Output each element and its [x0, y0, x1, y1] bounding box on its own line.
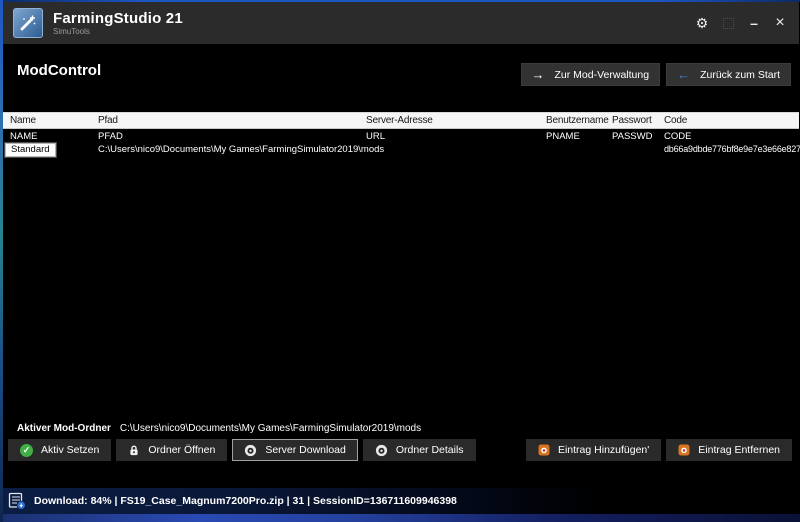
orange-badge-icon: [538, 444, 550, 456]
placeholder-cell-pfad: PFAD: [98, 130, 366, 143]
header-buttons: → Zur Mod-Verwaltung ← Zurück zum Start: [521, 63, 791, 86]
column-header-pfad[interactable]: Pfad: [98, 113, 366, 128]
app-logo-wand-icon: [13, 8, 43, 38]
column-header-code[interactable]: Code: [664, 113, 799, 128]
column-header-server-adresse[interactable]: Server-Adresse: [366, 113, 546, 128]
window-accent-border-left: [0, 0, 3, 522]
folder-details-button-label: Ordner Details: [396, 444, 464, 456]
column-header-passwort[interactable]: Passwort: [612, 113, 664, 128]
statusbar-progress-line: [0, 514, 800, 522]
footer-buttons-right: Eintrag Hinzufügen' Eintrag Entfernen: [526, 439, 792, 461]
app-window: FarmingStudio 21 SimuTools ⚙ – × ModCont…: [0, 0, 800, 522]
download-list-icon: [8, 492, 26, 510]
active-mod-folder: Aktiver Mod-Ordner C:\Users\nico9\Documen…: [17, 423, 421, 434]
maximize-button-disabled: [715, 8, 741, 38]
maximize-icon: [723, 18, 734, 29]
arrow-right-icon: →: [532, 68, 545, 81]
orange-badge-icon: [678, 444, 690, 456]
server-ring-icon: [244, 444, 257, 457]
open-folder-button[interactable]: Ordner Öffnen: [116, 439, 227, 461]
minimize-button[interactable]: –: [741, 8, 767, 38]
placeholder-cell-passwd: PASSWD: [612, 130, 664, 143]
lock-icon: [128, 444, 140, 457]
close-button[interactable]: ×: [767, 8, 793, 38]
placeholder-cell-url: URL: [366, 130, 546, 143]
title-block: FarmingStudio 21 SimuTools: [53, 10, 183, 36]
row-benutzername-cell: [546, 143, 612, 157]
server-download-button[interactable]: Server Download: [232, 439, 358, 461]
set-active-button[interactable]: ✓ Aktiv Setzen: [8, 439, 111, 461]
app-title: FarmingStudio 21: [53, 10, 183, 27]
mod-management-button-label: Zur Mod-Verwaltung: [555, 69, 650, 81]
placeholder-row[interactable]: NAME PFAD URL PNAME PASSWD CODE: [3, 130, 799, 143]
footer-buttons-left: ✓ Aktiv Setzen Ordner Öffnen Ser: [8, 439, 476, 461]
details-ring-icon: [375, 444, 388, 457]
titlebar-controls: ⚙ – ×: [689, 8, 793, 38]
mod-management-button[interactable]: → Zur Mod-Verwaltung: [521, 63, 661, 86]
row-pfad-cell: C:\Users\nico9\Documents\My Games\Farmin…: [98, 143, 366, 157]
window-accent-border-top: [0, 0, 800, 2]
server-download-button-label: Server Download: [265, 444, 346, 456]
open-folder-button-label: Ordner Öffnen: [148, 444, 215, 456]
placeholder-cell-code: CODE: [664, 130, 799, 143]
add-entry-button-label: Eintrag Hinzufügen': [558, 444, 649, 456]
column-header-name[interactable]: Name: [10, 113, 98, 128]
status-download-text: Download: 84% | FS19_Case_Magnum7200Pro.…: [34, 495, 457, 507]
app-subtitle: SimuTools: [53, 27, 183, 36]
table-row-standard[interactable]: Standard C:\Users\nico9\Documents\My Gam…: [3, 143, 799, 157]
remove-entry-button[interactable]: Eintrag Entfernen: [666, 439, 792, 461]
active-mod-folder-label: Aktiver Mod-Ordner: [17, 423, 111, 434]
arrow-left-icon: ←: [677, 68, 690, 81]
back-to-start-button-label: Zurück zum Start: [700, 69, 780, 81]
table-header-row: Name Pfad Server-Adresse Benutzername Pa…: [3, 112, 799, 129]
row-server-adresse-cell: [366, 143, 546, 157]
placeholder-cell-pname: PNAME: [546, 130, 612, 143]
active-mod-folder-path: C:\Users\nico9\Documents\My Games\Farmin…: [120, 423, 421, 434]
statusbar: Download: 84% | FS19_Case_Magnum7200Pro.…: [0, 488, 800, 514]
back-to-start-button[interactable]: ← Zurück zum Start: [666, 63, 791, 86]
check-circle-icon: ✓: [20, 444, 33, 457]
row-name-cell-selected[interactable]: Standard: [5, 143, 56, 157]
folder-details-button[interactable]: Ordner Details: [363, 439, 476, 461]
mod-folder-table: Name Pfad Server-Adresse Benutzername Pa…: [3, 112, 799, 157]
remove-entry-button-label: Eintrag Entfernen: [698, 444, 780, 456]
column-header-benutzername[interactable]: Benutzername: [546, 113, 612, 128]
set-active-button-label: Aktiv Setzen: [41, 444, 99, 456]
placeholder-cell-name: NAME: [10, 130, 98, 143]
row-passwort-cell: [612, 143, 664, 157]
settings-gear-icon[interactable]: ⚙: [689, 8, 715, 38]
page-title: ModControl: [17, 62, 101, 79]
titlebar: FarmingStudio 21 SimuTools ⚙ – ×: [3, 2, 799, 44]
row-code-cell: db66a9dbde776bf8e9e7e3e66e8278a5: [664, 143, 800, 157]
add-entry-button[interactable]: Eintrag Hinzufügen': [526, 439, 661, 461]
